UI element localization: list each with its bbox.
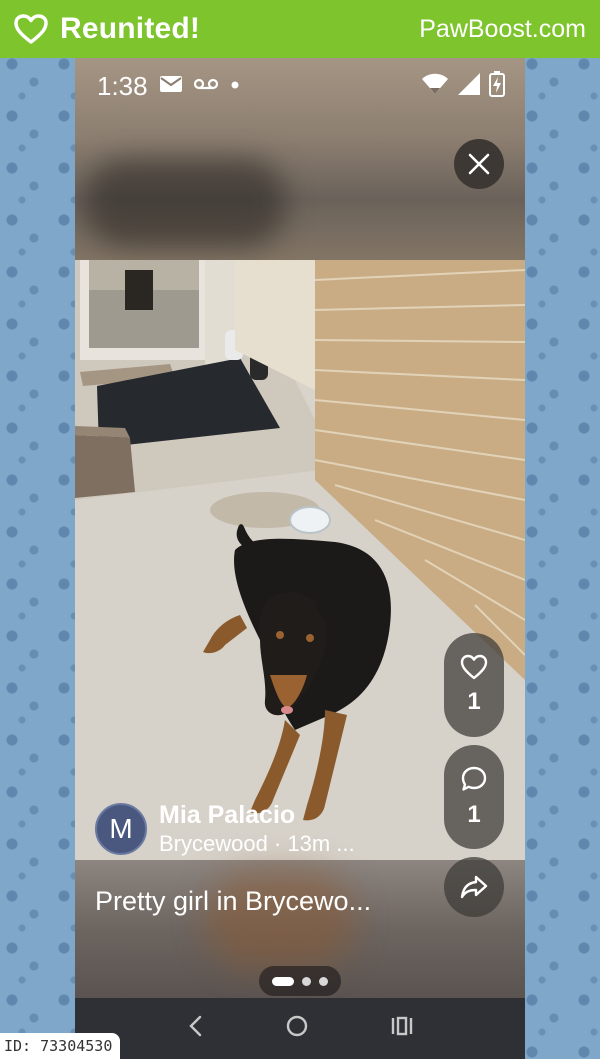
comment-icon [461, 766, 487, 791]
site-name[interactable]: PawBoost.com [419, 15, 586, 44]
page-dot [302, 976, 311, 986]
post-actions: 1 1 [443, 633, 505, 917]
wifi-icon [421, 73, 449, 100]
page-dot [319, 976, 328, 986]
post-author[interactable]: M Mia Palacio Brycewood · 13m ... [95, 800, 355, 858]
status-right [421, 70, 505, 102]
status-left: 1:38 [97, 71, 240, 102]
close-icon [468, 153, 490, 175]
voicemail-icon [193, 77, 218, 95]
heart-icon [14, 14, 48, 44]
banner-title: Reunited! [60, 12, 201, 45]
status-bar: 1:38 [75, 66, 525, 106]
home-icon[interactable] [285, 1014, 309, 1043]
banner-left: Reunited! [14, 12, 200, 46]
battery-charging-icon [489, 70, 505, 102]
close-button[interactable] [454, 139, 504, 189]
author-meta: Mia Palacio Brycewood · 13m ... [159, 800, 355, 858]
heart-outline-icon [460, 654, 488, 680]
dot-icon [230, 77, 240, 95]
android-nav-bar [75, 998, 525, 1059]
author-name[interactable]: Mia Palacio [159, 800, 355, 830]
back-icon[interactable] [186, 1014, 204, 1043]
id-tag: ID: 73304530 [0, 1033, 121, 1059]
avatar[interactable]: M [95, 803, 147, 855]
share-icon [460, 875, 488, 899]
page-dot-active [272, 976, 294, 986]
signal-icon [457, 72, 481, 101]
phone-screenshot: 1:38 1 1 M Mia Palacio Brycewood · 13m .… [75, 58, 525, 1059]
comment-button[interactable]: 1 [444, 745, 504, 849]
page-indicator [259, 966, 341, 996]
comment-count: 1 [467, 801, 481, 828]
post-caption[interactable]: Pretty girl in Brycewo... [95, 886, 371, 917]
recents-icon[interactable] [390, 1016, 414, 1041]
reunited-banner: Reunited! PawBoost.com [0, 0, 600, 58]
share-button[interactable] [444, 857, 504, 917]
status-time: 1:38 [97, 70, 148, 101]
mail-icon [159, 75, 182, 97]
like-button[interactable]: 1 [444, 633, 504, 737]
like-count: 1 [467, 688, 481, 715]
author-location-time: Brycewood · 13m ... [159, 831, 355, 856]
